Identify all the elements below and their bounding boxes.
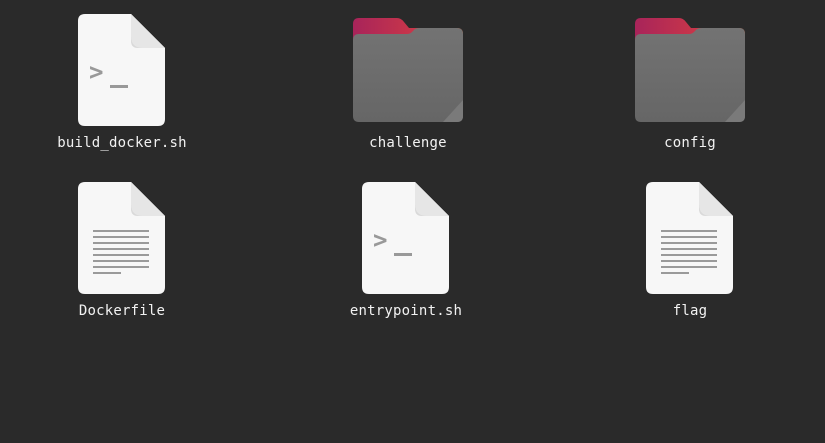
file-name-label: entrypoint.sh [349, 303, 463, 319]
file-name-label: config [664, 135, 716, 151]
file-name-label: challenge [369, 135, 447, 151]
file-name-label: Dockerfile [78, 303, 166, 319]
text-file-icon [630, 182, 750, 300]
file-item-flag[interactable]: flag [600, 182, 780, 342]
file-name-label: flag [672, 303, 708, 319]
file-item-dockerfile[interactable]: Dockerfile [32, 182, 212, 342]
script-file-icon: > [62, 14, 182, 132]
text-file-icon [62, 182, 182, 300]
folder-icon [348, 14, 468, 132]
file-item-challenge[interactable]: challenge [318, 14, 498, 174]
script-file-icon: > [346, 182, 466, 300]
file-item-config[interactable]: config [600, 14, 780, 174]
file-name-label: build_docker.sh [57, 135, 187, 151]
file-item-entrypoint-sh[interactable]: > entrypoint.sh [316, 182, 496, 342]
folder-icon [630, 14, 750, 132]
file-item-build-docker-sh[interactable]: > build_docker.sh [32, 14, 212, 174]
svg-text:>: > [373, 226, 387, 254]
svg-text:>: > [89, 58, 103, 86]
file-grid: > build_docker.sh challenge config Docke… [0, 0, 825, 443]
